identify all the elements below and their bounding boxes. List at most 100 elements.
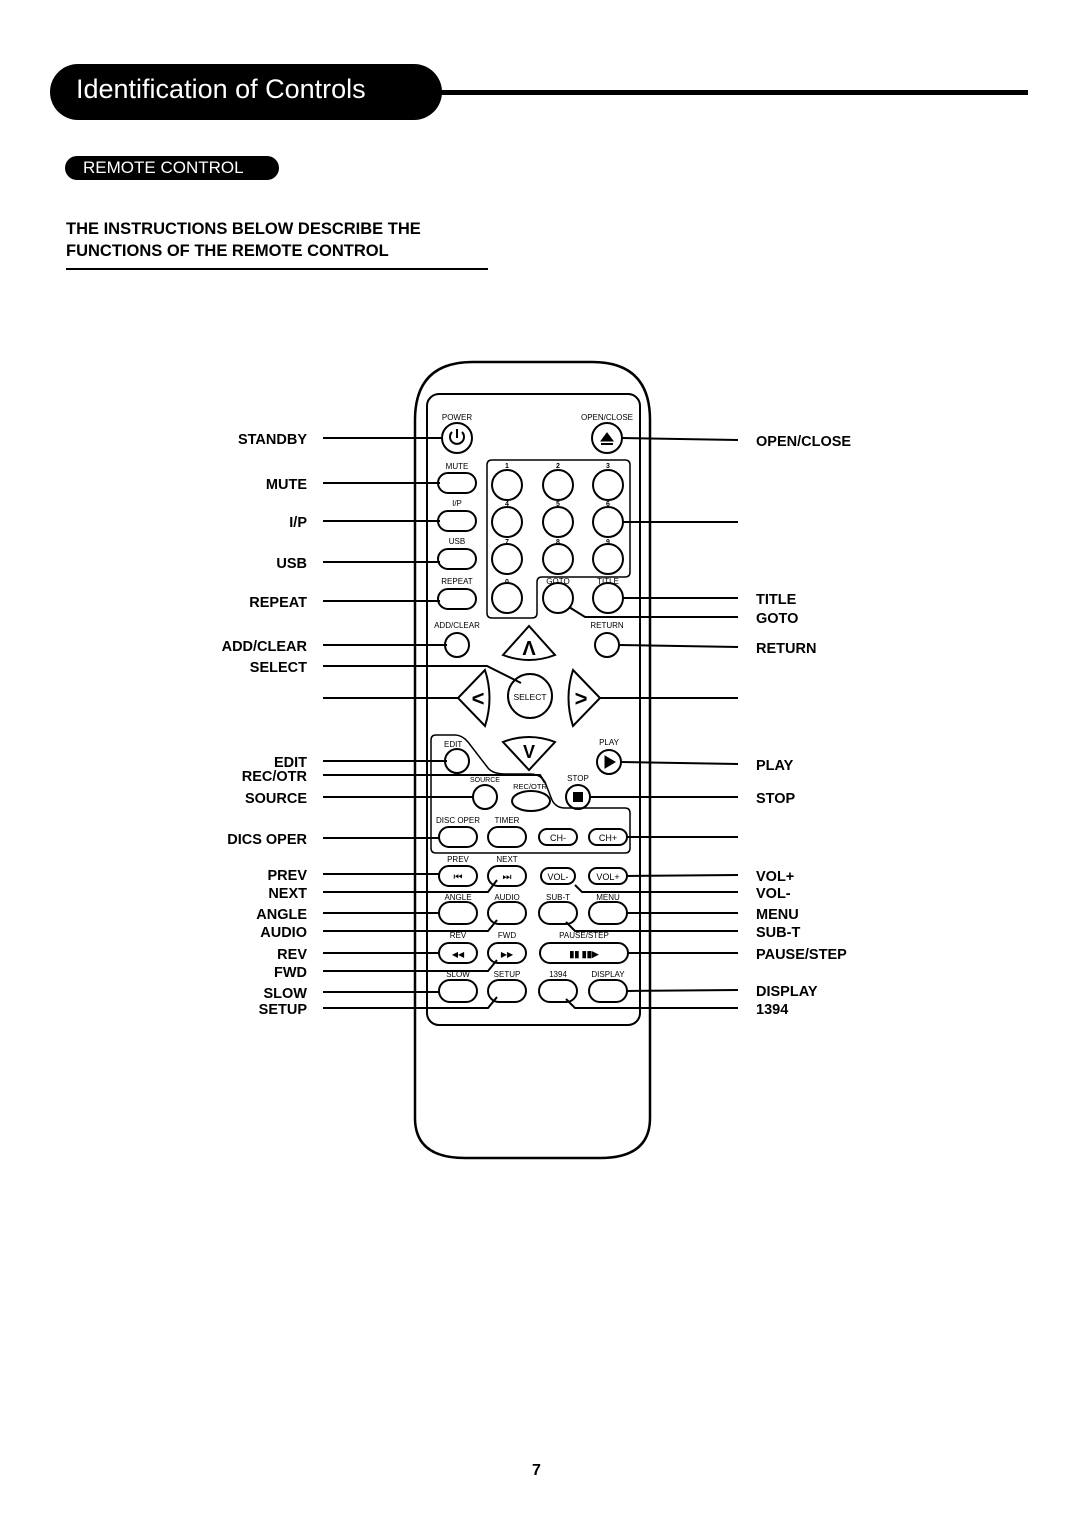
repeat-button[interactable]: [437, 588, 477, 610]
digit-label: 4: [505, 501, 509, 508]
callout-standby: STANDBY: [238, 432, 307, 448]
callout-line: [574, 884, 738, 893]
callout-return: RETURN: [756, 641, 816, 657]
callout-line: [625, 874, 739, 877]
callout-sub-t: SUB-T: [756, 925, 800, 941]
usb-button[interactable]: [437, 548, 477, 570]
callout-mute: MUTE: [266, 477, 307, 493]
sub-t-button[interactable]: [538, 901, 578, 925]
ch-minus-label: CH-: [550, 833, 566, 843]
setup-label: SETUP: [494, 970, 521, 979]
repeat-label: REPEAT: [441, 577, 473, 586]
callout-setup: SETUP: [259, 1002, 308, 1018]
digit-2-button[interactable]: [542, 469, 574, 501]
return-button[interactable]: [594, 632, 620, 658]
up-arrow-icon: Λ: [522, 638, 536, 660]
add-clear-button[interactable]: [444, 632, 470, 658]
right-arrow-icon: >: [575, 686, 588, 711]
digit-4-button[interactable]: [491, 506, 523, 538]
digit-7-button[interactable]: [491, 543, 523, 575]
disc-oper-label: DISC OPER: [436, 816, 480, 825]
setup-button[interactable]: [487, 979, 527, 1003]
digit-label: 5: [556, 501, 560, 508]
callout-line: [565, 998, 738, 1009]
digit-label: 3: [606, 463, 610, 470]
next-label: NEXT: [496, 855, 517, 864]
callout-i-p: I/P: [289, 515, 307, 531]
ip-label: I/P: [452, 499, 462, 508]
callout-goto: GOTO: [756, 611, 798, 627]
display-label: DISPLAY: [591, 970, 625, 979]
digit-0-button[interactable]: [491, 582, 523, 614]
callout-pause-step: PAUSE/STEP: [756, 947, 847, 963]
goto-label: GOTO: [546, 577, 569, 586]
source-label: SOURCE: [470, 777, 500, 784]
mute-label: MUTE: [446, 462, 469, 471]
timer-button[interactable]: [487, 826, 527, 848]
digit-label: 7: [505, 539, 509, 546]
rec-otr-button[interactable]: [511, 790, 551, 812]
callout-source: SOURCE: [245, 791, 307, 807]
edit-button[interactable]: [444, 748, 470, 774]
callout-line: [626, 989, 739, 992]
return-label: RETURN: [590, 621, 624, 630]
ch-plus-label: CH+: [599, 833, 617, 843]
callout-display: DISPLAY: [756, 984, 818, 1000]
callout-line: [618, 644, 739, 648]
eject-icon: [600, 432, 614, 442]
1394-label: 1394: [549, 970, 567, 979]
left-arrow-icon: <: [472, 686, 485, 711]
callout-line: [323, 919, 498, 932]
callout-play: PLAY: [756, 758, 794, 774]
callout-line: [565, 921, 738, 932]
play-icon: [604, 755, 616, 769]
edit-label: EDIT: [444, 740, 462, 749]
callout-fwd: FWD: [274, 965, 307, 981]
callout-menu: MENU: [756, 907, 799, 923]
callout-stop: STOP: [756, 791, 796, 807]
display-button[interactable]: [588, 979, 628, 1003]
callout-prev: PREV: [268, 868, 308, 884]
title-button[interactable]: [592, 582, 624, 614]
menu-button[interactable]: [588, 901, 628, 925]
goto-button[interactable]: [542, 582, 574, 614]
callout-vol-: VOL+: [756, 869, 794, 885]
callout-next: NEXT: [268, 886, 307, 902]
pause-step-icon: ▮▮ ▮▮▶: [569, 949, 599, 959]
digit-6-button[interactable]: [592, 506, 624, 538]
prev-label: PREV: [447, 855, 469, 864]
audio-label: AUDIO: [494, 893, 519, 902]
open-close-label: OPEN/CLOSE: [581, 413, 633, 422]
disc-oper-button[interactable]: [438, 826, 478, 848]
digit-label: 0: [505, 579, 509, 586]
rec-otr-label: REC/OTR: [513, 782, 547, 791]
remote-diagram: POWER OPEN/CLOSE MUTE I/P USB REPEAT 1 2 3 4 5 6 7 8 9…: [222, 360, 851, 1160]
digit-9-button[interactable]: [592, 543, 624, 575]
sub-t-label: SUB-T: [546, 893, 570, 902]
1394-button[interactable]: [538, 979, 578, 1003]
stop-icon: [573, 792, 583, 802]
timer-label: TIMER: [495, 816, 520, 825]
down-arrow-icon: V: [523, 742, 535, 762]
source-button[interactable]: [472, 784, 498, 810]
callout-vol-: VOL-: [756, 886, 791, 902]
callout-line: [323, 665, 522, 684]
callout-select: SELECT: [250, 660, 307, 676]
digit-3-button[interactable]: [592, 469, 624, 501]
callout-angle: ANGLE: [256, 907, 307, 923]
slow-button[interactable]: [438, 979, 478, 1003]
digit-8-button[interactable]: [542, 543, 574, 575]
menu-label: MENU: [596, 893, 620, 902]
callout-line: [568, 606, 738, 618]
ip-button[interactable]: [437, 510, 477, 532]
angle-button[interactable]: [438, 901, 478, 925]
callout-open-close: OPEN/CLOSE: [756, 434, 851, 450]
digit-1-button[interactable]: [491, 469, 523, 501]
play-label: PLAY: [599, 738, 620, 747]
callout-slow: SLOW: [264, 986, 308, 1002]
audio-button[interactable]: [487, 901, 527, 925]
pause-step-label: PAUSE/STEP: [559, 931, 609, 940]
rewind-icon: ◀◀: [452, 950, 465, 959]
digit-5-button[interactable]: [542, 506, 574, 538]
mute-button[interactable]: [437, 472, 477, 494]
